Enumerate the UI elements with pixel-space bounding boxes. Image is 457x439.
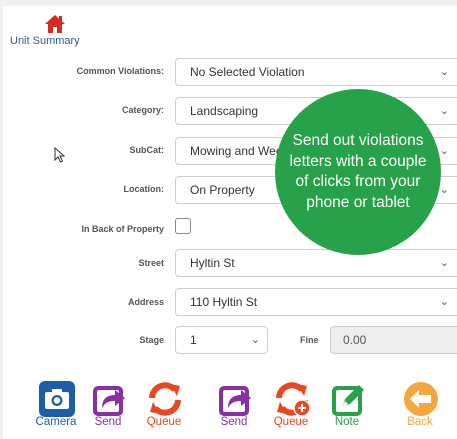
stage-value: 1 xyxy=(190,333,197,347)
back-label: Back xyxy=(407,416,433,428)
category-value: Landscaping xyxy=(190,104,259,118)
chevron-down-icon: ⌄ xyxy=(439,296,449,308)
arrow-left-icon xyxy=(404,382,438,416)
camera-icon xyxy=(39,381,75,417)
fine-input: 0.00 xyxy=(330,326,457,354)
send-batch-button[interactable]: Send xyxy=(210,380,258,436)
note-button[interactable]: Note xyxy=(323,380,371,436)
send-label: Send xyxy=(94,416,122,428)
street-label: Street xyxy=(138,258,164,268)
unit-summary-link[interactable]: Unit Summary xyxy=(10,14,100,50)
common-violations-label: Common Violations: xyxy=(76,66,164,76)
chevron-down-icon: ⌄ xyxy=(439,105,449,117)
share-icon xyxy=(93,386,125,416)
mouse-cursor-icon xyxy=(54,147,66,163)
chevron-down-icon: ⌄ xyxy=(439,257,449,269)
queue-button[interactable]: Queue xyxy=(140,380,188,436)
fine-label: Fine xyxy=(300,335,319,345)
location-label: Location: xyxy=(123,184,165,194)
stage-select[interactable]: 1 ⌄ xyxy=(175,326,268,354)
back-button[interactable]: Back xyxy=(396,380,444,436)
street-value: Hyltin St xyxy=(190,256,235,270)
unit-summary-label: Unit Summary xyxy=(10,35,80,47)
chevron-down-icon: ⌄ xyxy=(250,334,260,346)
location-value: On Property xyxy=(190,183,255,197)
send-batch-label: Send xyxy=(220,416,248,428)
street-select[interactable]: Hyltin St ⌄ xyxy=(175,249,457,277)
share-icon xyxy=(219,386,251,416)
common-violations-select[interactable]: No Selected Violation ⌄ xyxy=(175,58,457,86)
address-value: 110 Hyltin St xyxy=(190,295,258,309)
chevron-down-icon: ⌄ xyxy=(439,184,449,196)
address-select[interactable]: 110 Hyltin St ⌄ xyxy=(175,288,457,316)
chevron-down-icon: ⌄ xyxy=(439,66,449,78)
queue-label: Queue xyxy=(146,416,182,428)
common-violations-value: No Selected Violation xyxy=(190,65,305,79)
chevron-down-icon: ⌄ xyxy=(439,145,449,157)
refresh-add-icon xyxy=(276,382,311,417)
address-label: Address xyxy=(127,297,164,307)
promo-bubble: Send out violations letters with a coupl… xyxy=(275,89,441,255)
back-of-property-checkbox[interactable] xyxy=(175,218,191,234)
home-icon xyxy=(45,15,65,33)
camera-button[interactable]: Camera xyxy=(32,380,80,436)
send-button[interactable]: Send xyxy=(84,380,132,436)
window-frame-top xyxy=(0,0,457,6)
window-frame-left xyxy=(0,0,3,439)
back-of-property-label: In Back of Property xyxy=(81,224,164,234)
stage-label: Stage xyxy=(139,335,164,345)
edit-note-icon xyxy=(332,385,364,416)
category-label: Category: xyxy=(121,105,164,115)
promo-bubble-text: Send out violations letters with a coupl… xyxy=(289,132,427,211)
add-to-queue-button[interactable]: Queue xyxy=(267,380,315,436)
add-to-queue-label: Queue xyxy=(273,416,309,428)
refresh-icon xyxy=(149,382,181,416)
fine-value: 0.00 xyxy=(343,333,367,347)
note-label: Note xyxy=(334,416,360,428)
subcat-label: SubCat: xyxy=(129,145,165,155)
